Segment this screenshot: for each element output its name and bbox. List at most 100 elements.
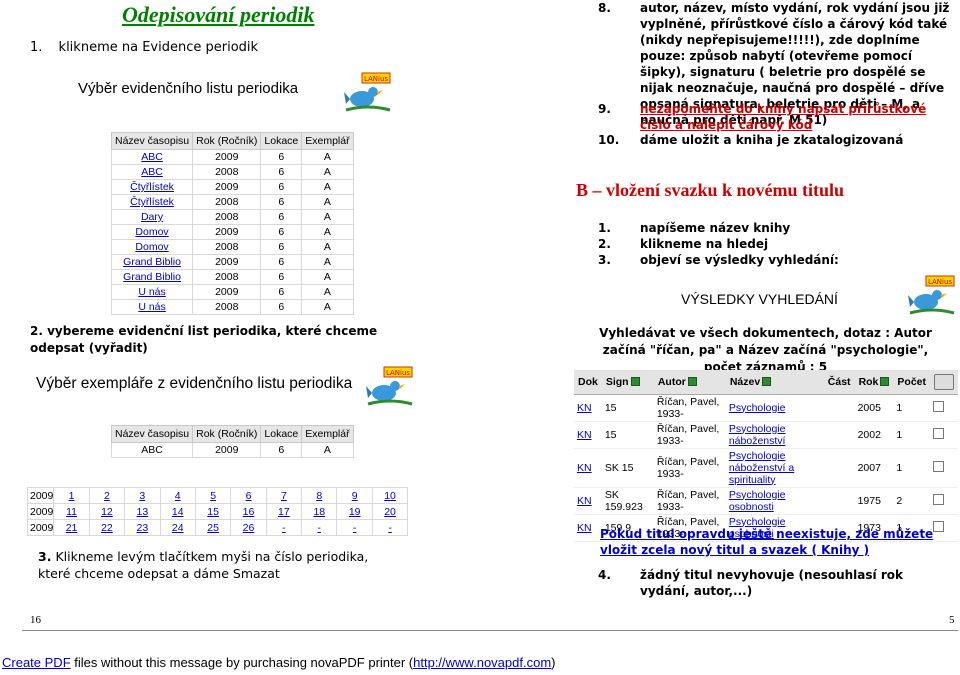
- issue-number-link[interactable]: 6: [246, 490, 252, 502]
- table-row[interactable]: Domov 2009 6 A: [110, 224, 354, 240]
- table-row[interactable]: KN SK 159.923 Říčan, Pavel, 1933- Psycholog…: [574, 487, 958, 515]
- issue-number-link[interactable]: 16: [243, 506, 255, 518]
- cell[interactable]: Čtyřlístek: [110, 194, 194, 210]
- col-header-nazev[interactable]: Název: [725, 370, 824, 395]
- issue-cell[interactable]: 16: [230, 503, 267, 520]
- issue-number-link[interactable]: 23: [136, 522, 148, 534]
- table-row[interactable]: ABC 2008 6 A: [110, 164, 354, 180]
- print-header[interactable]: [930, 370, 958, 395]
- table-row[interactable]: Dary 2008 6 A: [110, 209, 354, 225]
- doc-type-link[interactable]: KN: [577, 429, 592, 441]
- issue-cell[interactable]: 25: [194, 519, 232, 536]
- doc-type-cell[interactable]: KN: [574, 421, 602, 449]
- table-row[interactable]: KN 15 Říčan, Pavel, 1933- Psychologie nábož…: [574, 421, 958, 449]
- issue-number-link[interactable]: 7: [281, 490, 287, 502]
- issue-number-link[interactable]: 18: [313, 506, 325, 518]
- issue-number-link[interactable]: 8: [316, 490, 322, 502]
- new-title-link[interactable]: Pokud titul opravdu ještě neexistuje, zd…: [600, 526, 960, 558]
- issue-number-link[interactable]: 19: [349, 506, 361, 518]
- cell[interactable]: Dary: [110, 209, 194, 225]
- periodical-link[interactable]: Dary: [141, 211, 163, 223]
- periodical-link[interactable]: Čtyřlístek: [130, 181, 174, 193]
- title-cell[interactable]: Psychologie osobnosti: [725, 487, 824, 515]
- periodical-link[interactable]: Čtyřlístek: [130, 196, 174, 208]
- issue-cell[interactable]: 19: [336, 503, 373, 520]
- periodical-link[interactable]: Domov: [135, 241, 168, 253]
- sort-icon[interactable]: [687, 377, 697, 387]
- doc-type-cell[interactable]: KN: [574, 448, 602, 488]
- issue-cell[interactable]: 4: [159, 487, 196, 504]
- table-row[interactable]: Grand Biblio 2008 6 A: [110, 269, 354, 285]
- issue-cell[interactable]: -: [301, 519, 338, 536]
- cell[interactable]: Grand Biblio: [110, 254, 194, 270]
- issue-cell[interactable]: 24: [159, 519, 196, 536]
- select-checkbox[interactable]: [933, 400, 944, 412]
- issue-cell[interactable]: 14: [159, 503, 196, 520]
- select-cell[interactable]: [930, 421, 958, 449]
- doc-type-link[interactable]: KN: [577, 522, 592, 534]
- table-row[interactable]: Čtyřlístek 2008 6 A: [110, 194, 354, 210]
- table-row[interactable]: KN 15 Říčan, Pavel, 1933- Psychologie 2005 1: [574, 394, 958, 422]
- table-row[interactable]: ABC 2009 6 A: [110, 149, 354, 165]
- issue-cell[interactable]: 7: [265, 487, 303, 504]
- issue-number-link[interactable]: -: [282, 522, 286, 534]
- issue-number-link[interactable]: -: [353, 522, 357, 534]
- cell[interactable]: Domov: [110, 224, 194, 240]
- title-cell[interactable]: Psychologie náboženství: [725, 421, 824, 449]
- doc-type-cell[interactable]: KN: [574, 514, 602, 542]
- col-header-autor[interactable]: Autor: [653, 370, 726, 395]
- doc-type-cell[interactable]: KN: [574, 394, 602, 422]
- table-row[interactable]: Domov 2008 6 A: [110, 239, 354, 255]
- issue-number-link[interactable]: 22: [101, 522, 113, 534]
- select-checkbox[interactable]: [933, 427, 944, 439]
- issue-number-link[interactable]: 17: [278, 506, 290, 518]
- issue-cell[interactable]: 2: [88, 487, 126, 504]
- table-row[interactable]: U nás 2008 6 A: [110, 299, 354, 315]
- issue-number-link[interactable]: 11: [66, 506, 77, 518]
- table-row[interactable]: KN SK 15 Říčan, Pavel, 1933- Psychologie ná…: [574, 448, 958, 488]
- issue-cell[interactable]: -: [336, 519, 373, 536]
- issue-cell[interactable]: 5: [194, 487, 232, 504]
- issue-cell[interactable]: 15: [194, 503, 232, 520]
- title-link[interactable]: Psychologie osobnosti: [729, 489, 786, 513]
- issue-number-link[interactable]: -: [318, 522, 322, 534]
- col-header-rok[interactable]: Rok: [854, 370, 894, 395]
- title-link[interactable]: Psychologie náboženství: [729, 423, 786, 447]
- doc-type-cell[interactable]: KN: [574, 487, 602, 515]
- cell[interactable]: U nás: [110, 284, 194, 300]
- doc-type-link[interactable]: KN: [577, 402, 592, 414]
- cell[interactable]: U nás: [110, 299, 194, 315]
- issue-number-link[interactable]: 10: [384, 490, 396, 502]
- create-pdf-link[interactable]: Create PDF: [2, 655, 71, 670]
- periodical-link[interactable]: Grand Biblio: [123, 256, 181, 268]
- title-link[interactable]: Psychologie náboženství a spirituality: [729, 450, 794, 486]
- doc-type-link[interactable]: KN: [577, 495, 592, 507]
- issue-number-link[interactable]: 12: [101, 506, 113, 518]
- issue-number-link[interactable]: 14: [172, 506, 184, 518]
- select-checkbox[interactable]: [933, 493, 944, 505]
- title-cell[interactable]: Psychologie náboženství a spirituality: [725, 448, 824, 488]
- issue-number-link[interactable]: 1: [69, 490, 75, 502]
- issue-cell[interactable]: 20: [371, 503, 409, 520]
- printer-icon[interactable]: [934, 373, 954, 390]
- periodical-link[interactable]: Domov: [135, 226, 168, 238]
- issue-cell[interactable]: 9: [336, 487, 373, 504]
- table-row[interactable]: Grand Biblio 2009 6 A: [110, 254, 354, 270]
- issue-number-link[interactable]: 26: [243, 522, 255, 534]
- table-row[interactable]: Čtyřlístek 2009 6 A: [110, 179, 354, 195]
- issue-cell[interactable]: -: [371, 519, 409, 536]
- select-cell[interactable]: [930, 448, 958, 488]
- issue-number-link[interactable]: -: [388, 522, 392, 534]
- issue-cell[interactable]: 18: [301, 503, 338, 520]
- issue-number-link[interactable]: 21: [66, 522, 78, 534]
- issue-cell[interactable]: 8: [301, 487, 338, 504]
- periodical-link[interactable]: U nás: [138, 286, 165, 298]
- cell[interactable]: Domov: [110, 239, 194, 255]
- issue-cell[interactable]: 26: [230, 519, 267, 536]
- periodical-link[interactable]: Grand Biblio: [123, 271, 181, 283]
- issue-cell[interactable]: 12: [88, 503, 126, 520]
- doc-type-link[interactable]: KN: [577, 462, 592, 474]
- sort-icon[interactable]: [630, 377, 640, 387]
- title-cell[interactable]: Psychologie: [725, 394, 824, 422]
- issue-cell[interactable]: 3: [124, 487, 161, 504]
